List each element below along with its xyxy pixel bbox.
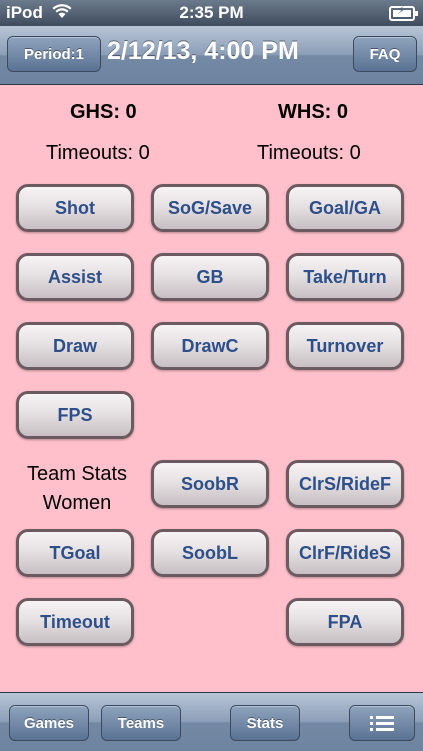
team-stats-label: Team Stats Women: [14, 460, 140, 518]
fpa-button[interactable]: FPA: [286, 598, 404, 646]
sog-save-button[interactable]: SoG/Save: [151, 184, 269, 232]
list-menu-icon: [370, 715, 394, 731]
gb-button[interactable]: GB: [151, 253, 269, 301]
timeout-button[interactable]: Timeout: [16, 598, 134, 646]
menu-button[interactable]: [349, 705, 415, 741]
assist-button[interactable]: Assist: [16, 253, 134, 301]
soobr-button[interactable]: SoobR: [151, 460, 269, 508]
tgoal-button[interactable]: TGoal: [16, 529, 134, 577]
home-timeouts: Timeouts: 0: [46, 142, 150, 164]
draw-button[interactable]: Draw: [16, 322, 134, 370]
turnover-button[interactable]: Turnover: [286, 322, 404, 370]
stats-button[interactable]: Stats: [230, 705, 300, 741]
status-bar: iPod 2:35 PM ⚡: [0, 0, 423, 26]
nav-bar: Period:1 2/12/13, 4:00 PM FAQ: [0, 26, 423, 85]
take-turn-button[interactable]: Take/Turn: [286, 253, 404, 301]
clrs-ridef-button[interactable]: ClrS/RideF: [286, 460, 404, 508]
games-button[interactable]: Games: [9, 705, 89, 741]
home-score: GHS: 0: [70, 101, 137, 123]
away-timeouts: Timeouts: 0: [257, 142, 361, 164]
game-datetime-title: 2/12/13, 4:00 PM: [107, 37, 299, 65]
period-button[interactable]: Period:1: [7, 36, 101, 72]
goal-ga-button[interactable]: Goal/GA: [286, 184, 404, 232]
faq-button[interactable]: FAQ: [353, 36, 417, 72]
bottom-toolbar: Games Teams Stats: [0, 692, 423, 751]
fps-button[interactable]: FPS: [16, 391, 134, 439]
battery-charging-icon: ⚡: [389, 5, 418, 21]
drawc-button[interactable]: DrawC: [151, 322, 269, 370]
away-score: WHS: 0: [278, 101, 348, 123]
shot-button[interactable]: Shot: [16, 184, 134, 232]
clrf-rides-button[interactable]: ClrF/RideS: [286, 529, 404, 577]
teams-button[interactable]: Teams: [101, 705, 181, 741]
team-stats-label-line1: Team Stats: [26, 463, 128, 485]
status-time: 2:35 PM: [179, 3, 244, 22]
soobl-button[interactable]: SoobL: [151, 529, 269, 577]
team-stats-label-line2: Women: [42, 492, 112, 514]
